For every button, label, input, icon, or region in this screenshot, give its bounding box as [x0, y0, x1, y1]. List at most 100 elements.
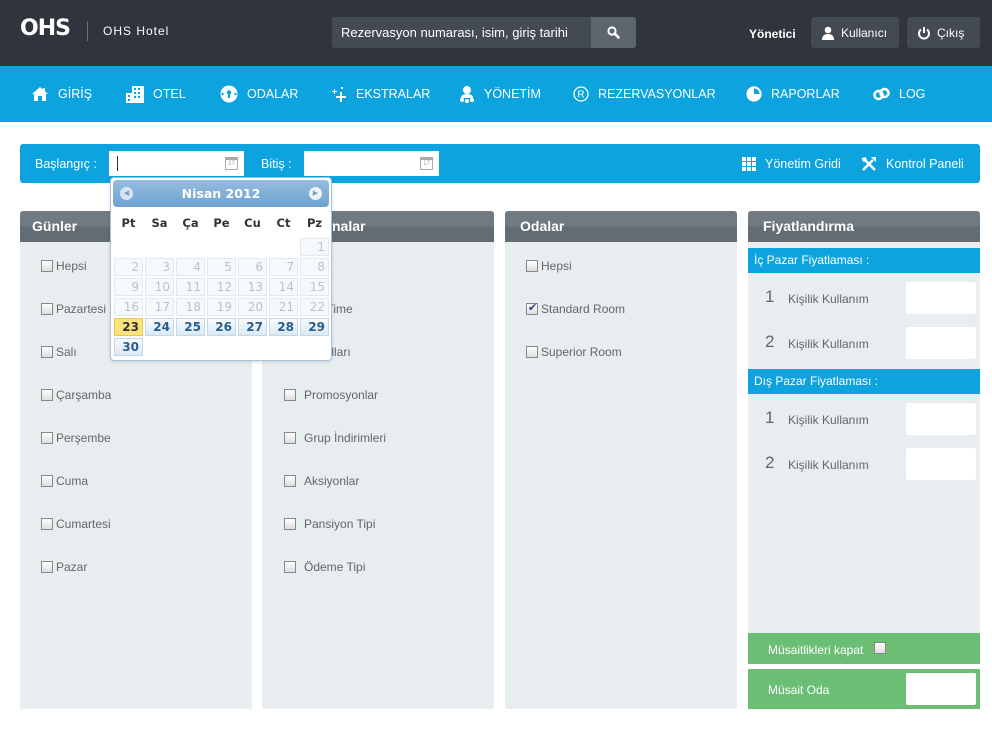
nav-item-giris[interactable]: GİRİŞ	[31, 66, 92, 122]
keyhole-icon	[220, 85, 238, 103]
calendar-day-today[interactable]: 23	[114, 318, 143, 336]
management-grid-link[interactable]: Yönetim Gridi	[742, 144, 841, 183]
power-icon	[918, 26, 930, 39]
weekday-header: Ct	[276, 216, 291, 230]
calendar-day: 19	[207, 298, 236, 316]
checkbox[interactable]	[284, 518, 296, 530]
calendar-icon[interactable]: 17	[420, 157, 433, 170]
nav-item-raporlar[interactable]: RAPORLAR	[746, 66, 840, 122]
options-checkbox-item[interactable]: Promosyonlar	[284, 388, 378, 402]
days-checkbox-item[interactable]: Cumartesi	[41, 517, 111, 531]
days-checkbox-item[interactable]: Çarşamba	[41, 388, 111, 402]
options-checkbox-item[interactable]: Ödeme Tipi	[284, 560, 365, 574]
weekday-header: Cu	[244, 216, 261, 230]
nav-item-ekstralar[interactable]: EKSTRALAR	[331, 66, 430, 122]
checkbox[interactable]	[41, 475, 53, 487]
logout-button-label: Çıkış	[937, 25, 965, 40]
checkbox[interactable]	[41, 518, 53, 530]
weekday-header: Sa	[151, 216, 168, 230]
search-input[interactable]	[332, 17, 591, 48]
checkbox-label: Pazar	[56, 560, 88, 574]
days-checkbox-item[interactable]: Cuma	[41, 474, 88, 488]
nav-item-rezervasyonlar[interactable]: R REZERVASYONLAR	[573, 66, 716, 122]
user-button-label: Kullanıcı	[841, 25, 888, 40]
calendar-day[interactable]: 28	[269, 318, 298, 336]
control-panel-link[interactable]: Kontrol Paneli	[861, 144, 964, 183]
nav-item-otel[interactable]: OTEL	[126, 66, 186, 122]
calendar-day[interactable]: 29	[300, 318, 329, 336]
logo[interactable]: OHS	[20, 16, 71, 41]
foreign-single-price-input[interactable]	[906, 403, 976, 435]
foreign-double-price-input[interactable]	[906, 448, 976, 480]
checkbox[interactable]	[41, 260, 53, 272]
calendar-day[interactable]: 26	[207, 318, 236, 336]
close-availability-checkbox[interactable]	[874, 642, 886, 654]
weekday-header: Pt	[121, 216, 136, 230]
options-checkbox-item[interactable]: Aksiyonlar	[284, 474, 359, 488]
calendar-day[interactable]: 25	[176, 318, 205, 336]
domestic-double-price-input[interactable]	[906, 327, 976, 359]
checkbox[interactable]	[41, 346, 53, 358]
nav-item-odalar[interactable]: ODALAR	[220, 66, 298, 122]
occupancy-number: 1	[765, 287, 775, 306]
rooms-checkbox-item[interactable]: Standard Room	[526, 301, 625, 316]
domestic-price-row-2: 2 Kişilik Kullanım	[748, 327, 980, 359]
checkbox[interactable]	[526, 260, 538, 272]
calendar-day[interactable]: 24	[145, 318, 174, 336]
options-checkbox-item[interactable]: Pansiyon Tipi	[284, 517, 375, 531]
days-checkbox-item[interactable]: Pazar	[41, 560, 87, 574]
nav-item-yonetim[interactable]: YÖNETİM	[459, 66, 541, 122]
available-room-input[interactable]	[906, 673, 976, 705]
calendar-day[interactable]: 27	[238, 318, 267, 336]
checkbox[interactable]	[284, 475, 296, 487]
calendar-day: 14	[269, 278, 298, 296]
checkbox[interactable]	[284, 389, 296, 401]
prev-month-button[interactable]: ◀	[120, 187, 133, 200]
nav-label: ODALAR	[247, 87, 299, 101]
checkbox[interactable]	[526, 301, 538, 315]
occupancy-number: 2	[765, 332, 775, 351]
days-checkbox-item[interactable]: Perşembe	[41, 431, 111, 445]
calendar-day: 21	[269, 298, 298, 316]
nav-item-log[interactable]: LOG	[873, 66, 925, 122]
rooms-checkbox-item[interactable]: Hepsi	[526, 259, 572, 273]
checkbox-label: Cuma	[56, 474, 89, 488]
days-checkbox-item[interactable]: Hepsi	[41, 259, 87, 273]
calendar-day[interactable]: 30	[114, 338, 143, 356]
end-date-input[interactable]	[304, 151, 414, 176]
calendar-day: 13	[238, 278, 267, 296]
logout-button[interactable]: Çıkış	[907, 17, 980, 48]
checkbox[interactable]	[284, 561, 296, 573]
checkbox[interactable]	[41, 303, 53, 315]
checkbox-label: Hepsi	[56, 259, 87, 273]
checkbox[interactable]	[41, 389, 53, 401]
calendar-icon[interactable]: 17	[225, 157, 238, 170]
main-nav: GİRİŞ OTEL ODALAR EKSTRALAR YÖNETİM R RE…	[0, 66, 992, 122]
options-checkbox-item[interactable]: Grup İndirimleri	[284, 431, 386, 445]
occupancy-label: Kişilik Kullanım	[788, 337, 869, 351]
calendar-day: 10	[145, 278, 174, 296]
domestic-single-price-input[interactable]	[906, 282, 976, 314]
checkbox-label: Superior Room	[541, 345, 622, 359]
checkbox[interactable]	[526, 346, 538, 358]
checkbox-label: Perşembe	[56, 431, 111, 445]
next-month-button[interactable]: ▶	[309, 187, 322, 200]
end-date-field[interactable]: 17	[304, 151, 439, 176]
checkbox[interactable]	[284, 432, 296, 444]
start-date-input[interactable]	[117, 156, 217, 171]
weekday-header: Ça	[182, 216, 199, 230]
days-checkbox-item[interactable]: Pazartesi	[41, 302, 106, 316]
nav-label: EKSTRALAR	[356, 87, 431, 101]
search-button[interactable]	[591, 17, 636, 48]
user-button[interactable]: Kullanıcı	[811, 17, 899, 48]
weekday-header: Pe	[213, 216, 230, 230]
start-date-field[interactable]: 17	[109, 151, 244, 176]
building-icon	[126, 85, 144, 103]
weekday-header: Pz	[306, 216, 323, 230]
rooms-checkbox-item[interactable]: Superior Room	[526, 345, 622, 359]
management-grid-label: Yönetim Gridi	[765, 156, 841, 171]
checkbox[interactable]	[41, 561, 53, 573]
checkbox[interactable]	[41, 432, 53, 444]
checkbox-label: Ödeme Tipi	[304, 560, 366, 574]
days-checkbox-item[interactable]: Salı	[41, 345, 77, 359]
